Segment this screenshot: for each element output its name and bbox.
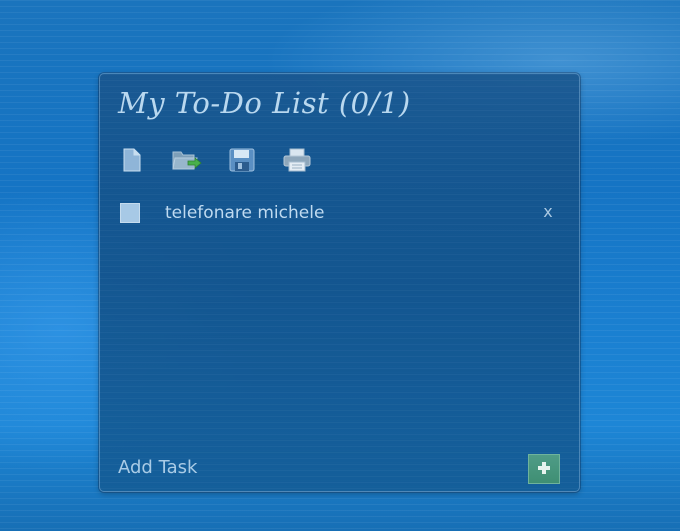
save-button[interactable]: [228, 148, 256, 176]
print-button[interactable]: [283, 148, 311, 176]
plus-icon: [537, 460, 551, 479]
new-button[interactable]: [118, 148, 146, 176]
toolbar: [118, 148, 311, 176]
new-document-icon: [122, 148, 142, 176]
desktop-background: My To-Do List (0/1) telefonare michele x…: [0, 0, 680, 531]
todo-gadget: My To-Do List (0/1) telefonare michele x…: [99, 73, 580, 492]
add-task-label[interactable]: Add Task: [118, 457, 197, 478]
add-task-button[interactable]: [528, 454, 560, 484]
open-folder-icon: [172, 148, 202, 176]
gadget-title: My To-Do List (0/1): [118, 86, 411, 120]
task-list: telefonare michele x: [118, 198, 562, 228]
open-button[interactable]: [172, 148, 202, 176]
task-item: telefonare michele x: [118, 198, 562, 228]
delete-task-button[interactable]: x: [538, 201, 558, 223]
save-disk-icon: [229, 148, 255, 176]
print-icon: [282, 148, 312, 176]
task-checkbox[interactable]: [120, 203, 140, 223]
task-text[interactable]: telefonare michele: [165, 203, 324, 223]
